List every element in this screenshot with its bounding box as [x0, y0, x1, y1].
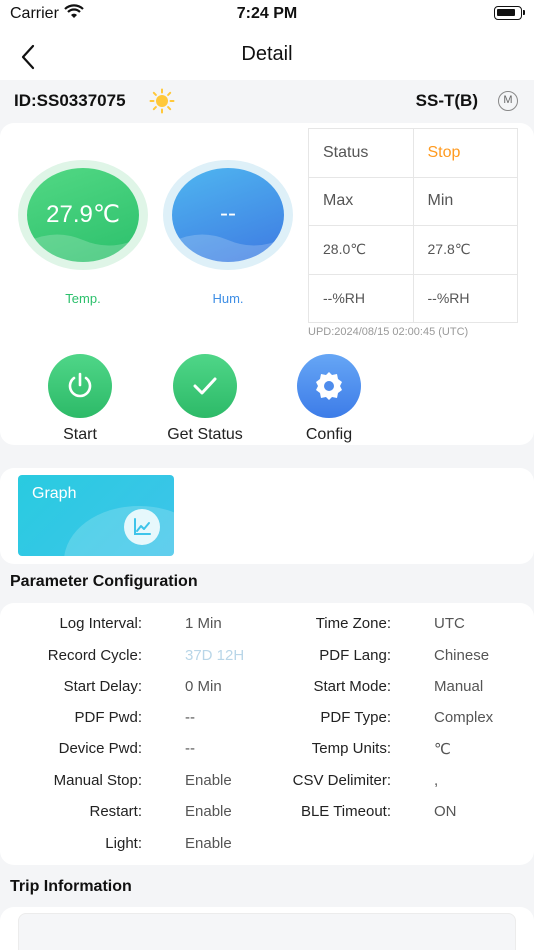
clock: 7:24 PM	[236, 5, 298, 22]
update-timestamp: UPD:2024/08/15 02:00:45 (UTC)	[308, 326, 469, 338]
get-status-label: Get Status	[167, 426, 243, 443]
param-label: Manual Stop:	[53, 772, 142, 789]
get-status-button[interactable]: Get Status	[150, 354, 260, 444]
param-label: Device Pwd:	[58, 740, 142, 757]
param-label: PDF Lang:	[319, 647, 391, 664]
start-button[interactable]: Start	[25, 354, 135, 444]
page-title: Detail	[241, 43, 293, 65]
checkmark-icon	[193, 377, 217, 395]
mode-badge: M	[498, 91, 518, 111]
sun-icon	[149, 88, 175, 119]
table-row: --%RH --%RH	[308, 273, 518, 323]
device-id-bar: ID:SS0337075 SS-T(B) M	[0, 80, 534, 122]
graph-card: Graph	[0, 468, 534, 564]
param-value: Enable	[185, 772, 232, 789]
graph-label: Graph	[32, 485, 77, 502]
humidity-label: Hum.	[212, 291, 244, 306]
trip-info-box	[18, 913, 516, 950]
temperature-gauge: 27.9℃	[18, 160, 148, 270]
max-humidity: --%RH	[308, 273, 414, 323]
parameter-section-title: Parameter Configuration	[10, 573, 198, 590]
param-value: 0 Min	[185, 678, 222, 695]
param-label: CSV Delimiter:	[292, 772, 391, 789]
gear-icon	[316, 372, 342, 400]
max-header: Max	[308, 176, 414, 226]
status-header: Status	[308, 128, 414, 178]
param-value: Manual	[434, 678, 484, 695]
param-label: BLE Timeout:	[300, 803, 391, 820]
parameter-card: Log Interval: 1 Min Time Zone: UTC Recor…	[0, 603, 534, 865]
param-row: Light: Enable	[0, 835, 534, 857]
temperature-label: Temp.	[65, 291, 101, 306]
config-label: Config	[305, 426, 353, 443]
param-value: ON	[434, 803, 457, 820]
param-label: Temp Units:	[311, 740, 391, 757]
device-id: ID:SS0337075	[14, 91, 126, 110]
device-model: SS-T(B)	[415, 91, 478, 110]
nav-bar: Detail	[0, 30, 534, 80]
status-bar: Carrier 7:24 PM	[0, 0, 534, 30]
param-value: Chinese	[434, 647, 490, 664]
max-temp: 28.0℃	[308, 225, 414, 275]
param-label: Start Delay:	[63, 678, 142, 695]
param-row: Manual Stop: Enable CSV Delimiter: ,	[0, 772, 534, 794]
param-row: PDF Pwd: -- PDF Type: Complex	[0, 709, 534, 731]
param-row: Device Pwd: -- Temp Units: ℃	[0, 740, 534, 762]
battery-icon	[494, 6, 525, 20]
param-value: 37D 12H	[185, 647, 245, 664]
min-temp: 27.8℃	[412, 225, 518, 275]
param-label: PDF Type:	[320, 709, 391, 726]
config-button[interactable]: Config	[274, 354, 384, 444]
chart-icon	[124, 509, 160, 545]
param-value: ℃	[434, 741, 451, 758]
param-label: Start Mode:	[313, 678, 391, 695]
table-row: Max Min	[308, 176, 518, 226]
trip-card	[0, 907, 534, 950]
param-label: Restart:	[89, 803, 142, 820]
status-card: 27.9℃ Temp. -- Hum. Status Stop Max Min …	[0, 123, 534, 445]
graph-button[interactable]: Graph	[18, 475, 174, 556]
param-value: Enable	[185, 835, 232, 852]
param-value: --	[185, 709, 195, 726]
trip-section-title: Trip Information	[10, 878, 132, 895]
param-value: 1 Min	[185, 615, 222, 632]
param-value: Enable	[185, 803, 232, 820]
table-row: Status Stop	[308, 128, 518, 178]
min-header: Min	[412, 176, 518, 226]
min-humidity: --%RH	[412, 273, 518, 323]
table-row: 28.0℃ 27.8℃	[308, 225, 518, 275]
param-label: Light:	[105, 835, 142, 852]
start-label: Start	[63, 426, 97, 443]
param-row: Record Cycle: 37D 12H PDF Lang: Chinese	[0, 647, 534, 669]
humidity-gauge: --	[163, 160, 293, 270]
param-label: PDF Pwd:	[74, 709, 142, 726]
param-value: ,	[434, 772, 439, 789]
power-icon	[68, 372, 92, 398]
param-row: Start Delay: 0 Min Start Mode: Manual	[0, 678, 534, 700]
param-value: UTC	[434, 615, 465, 632]
temperature-value: 27.9℃	[46, 201, 120, 228]
param-value: --	[185, 740, 195, 757]
param-row: Restart: Enable BLE Timeout: ON	[0, 803, 534, 825]
status-value: Stop	[412, 128, 518, 178]
param-row: Log Interval: 1 Min Time Zone: UTC	[0, 615, 534, 637]
param-label: Time Zone:	[315, 615, 391, 632]
param-value: Complex	[434, 709, 494, 726]
param-label: Record Cycle:	[47, 647, 142, 664]
param-label: Log Interval:	[59, 615, 142, 632]
humidity-value: --	[220, 200, 236, 227]
status-table: Status Stop Max Min 28.0℃ 27.8℃ --%RH --…	[308, 128, 518, 323]
